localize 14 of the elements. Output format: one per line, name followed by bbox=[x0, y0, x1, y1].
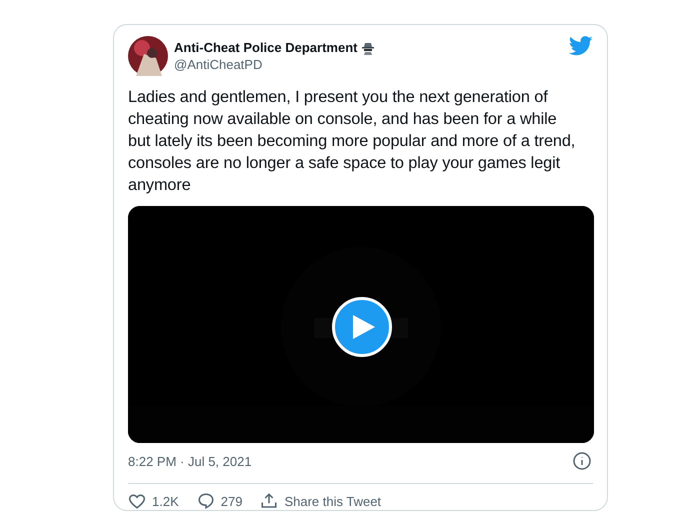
author-name[interactable]: Anti-Cheat Police Department bbox=[174, 40, 358, 55]
heart-icon bbox=[128, 492, 146, 510]
bird-icon[interactable] bbox=[569, 36, 593, 56]
tweet-timestamp[interactable]: 8:22 PM · Jul 5, 2021 bbox=[128, 454, 252, 469]
share-button[interactable]: Share this Tweet bbox=[260, 492, 382, 510]
reply-button[interactable]: 279 bbox=[196, 492, 242, 510]
info-icon[interactable] bbox=[573, 452, 591, 470]
avatar bbox=[128, 36, 168, 76]
speech-bubble-icon bbox=[196, 492, 215, 510]
share-icon bbox=[260, 492, 278, 510]
play-icon bbox=[353, 315, 375, 339]
author-handle[interactable]: @AntiCheatPD bbox=[174, 57, 563, 72]
tweet-text: Ladies and gentlemen, I present you the next generation of cheating now available on console, and has been for a while but lately its been becoming more popular and more of a trend, consoles are no longer a safe space to play your games legit anymore bbox=[128, 87, 576, 196]
like-button[interactable]: 1.2K bbox=[128, 492, 179, 510]
